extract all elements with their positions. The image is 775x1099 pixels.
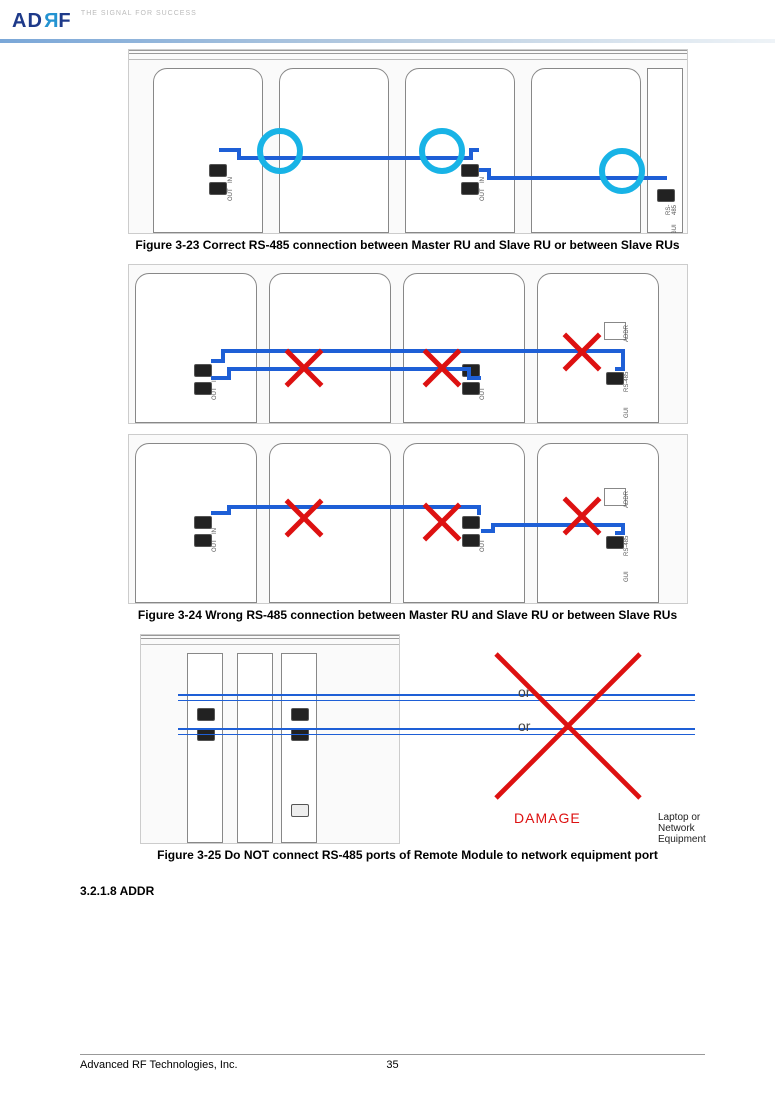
- page-header: ADRF THE SIGNAL FOR SUCCESS: [0, 10, 775, 37]
- footer-company: Advanced RF Technologies, Inc.: [80, 1059, 238, 1071]
- figure-3-24: IN OUT OUT RS-485 ADDR GUI: [100, 264, 715, 622]
- figure-3-25-caption: Figure 3-25 Do NOT connect RS-485 ports …: [100, 848, 715, 862]
- figure-3-23: IN OUT IN OUT RS-485 GUI: [100, 49, 715, 252]
- logo: ADRF: [12, 10, 72, 33]
- damage-x-icon: [488, 646, 648, 806]
- wiring-correct: [129, 50, 687, 233]
- figure-3-25: or or DAMAGE Laptop or Network Equipment…: [100, 634, 715, 862]
- figure-3-24-image-b: IN OUT OUT RS-485 ADDR GUI: [128, 434, 688, 604]
- footer-page-number: 35: [386, 1059, 398, 1071]
- tagline: THE SIGNAL FOR SUCCESS: [81, 10, 197, 17]
- page-footer: Advanced RF Technologies, Inc. 35: [80, 1054, 705, 1071]
- figure-3-24-image-a: IN OUT OUT RS-485 ADDR GUI: [128, 264, 688, 424]
- header-rule: [0, 39, 775, 43]
- figure-3-23-image: IN OUT IN OUT RS-485 GUI: [128, 49, 688, 234]
- figure-3-25-image: [140, 634, 400, 844]
- section-heading-3-2-1-8: 3.2.1.8 ADDR: [80, 884, 715, 898]
- label-laptop-note: Laptop or Network Equipment: [658, 812, 715, 845]
- label-damage: DAMAGE: [514, 810, 581, 826]
- figure-3-24-caption: Figure 3-24 Wrong RS-485 connection betw…: [100, 608, 715, 622]
- figure-3-23-caption: Figure 3-23 Correct RS-485 connection be…: [100, 238, 715, 252]
